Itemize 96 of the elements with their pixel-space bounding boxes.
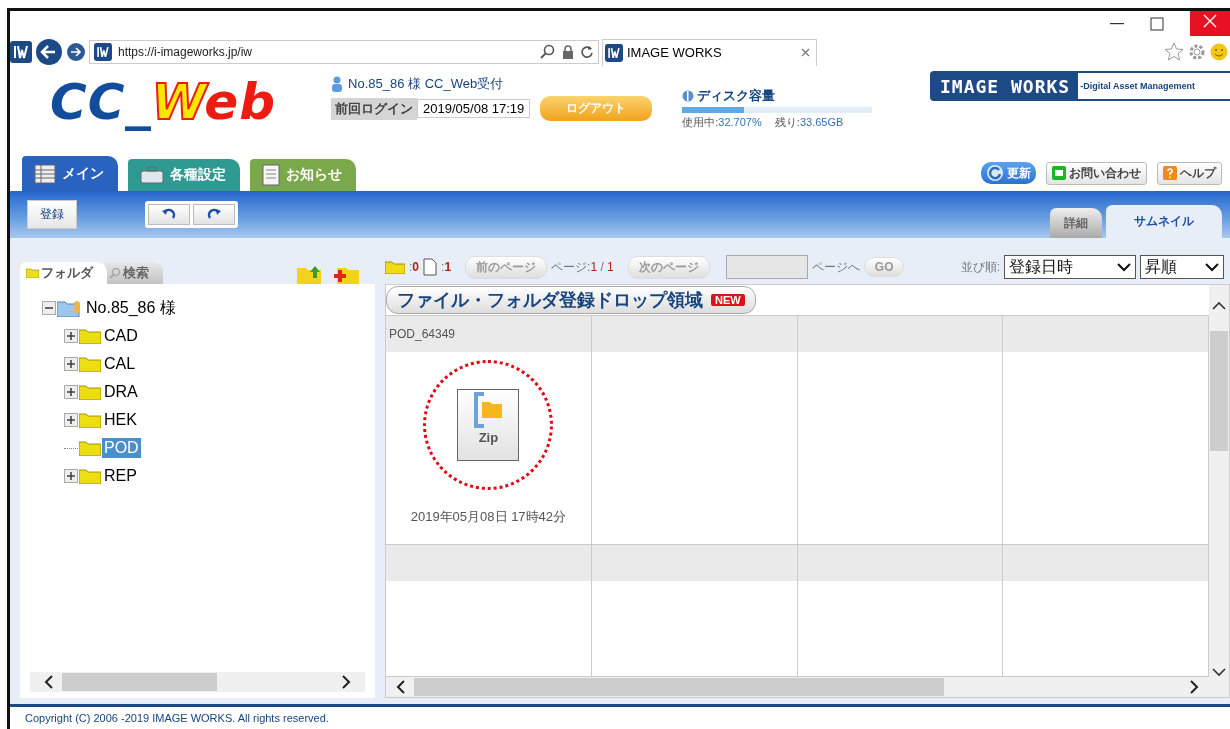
new-badge: NEW	[711, 294, 745, 306]
folder-icon	[79, 468, 101, 484]
folder-icon	[79, 384, 101, 400]
order-dropdown[interactable]: 昇順	[1140, 255, 1224, 279]
scroll-left-icon[interactable]	[44, 675, 54, 689]
used-label: 使用中:	[682, 116, 719, 128]
vertical-scrollbar[interactable]	[1209, 285, 1229, 697]
sort-dropdown[interactable]: 登録日時	[1004, 255, 1136, 279]
close-tab-icon[interactable]	[801, 48, 810, 57]
minimize-icon[interactable]	[1110, 23, 1124, 25]
lock-icon	[562, 45, 574, 59]
tree-item[interactable]: DRA	[102, 382, 140, 402]
tree-item[interactable]: HEK	[102, 410, 139, 430]
contact-button[interactable]: お問い合わせ	[1046, 161, 1147, 185]
file-icon	[423, 258, 438, 276]
redo-icon	[206, 207, 222, 219]
user-name: No.85_86 様 CC_Web受付	[348, 75, 504, 93]
toolbox-icon	[140, 166, 164, 184]
scroll-left-icon[interactable]	[396, 680, 406, 694]
scroll-down-icon[interactable]	[1212, 667, 1226, 677]
tree-item[interactable]: CAD	[102, 326, 140, 346]
search-icon	[109, 267, 121, 279]
back-icon[interactable]	[35, 38, 63, 66]
image-works-logo: IMAGE WORKS -Digital Asset Management	[930, 71, 1230, 101]
forward-icon[interactable]	[66, 42, 86, 62]
file-count: :1	[441, 260, 452, 274]
folder-icon	[79, 440, 101, 456]
search-icon[interactable]	[540, 44, 556, 60]
disk-title: ディスク容量	[697, 87, 776, 105]
scroll-right-icon[interactable]	[341, 675, 351, 689]
close-icon[interactable]	[1190, 11, 1230, 36]
copyright-text: Copyright (C) 2006 -2019 IMAGE WORKS. All rights reserved.	[25, 712, 329, 724]
scroll-up-icon[interactable]	[1212, 301, 1226, 311]
chevron-down-icon	[1117, 262, 1131, 272]
browser-tab[interactable]: IMAGE WORKS	[602, 38, 817, 66]
folder-icon	[79, 328, 101, 344]
maximize-icon[interactable]	[1150, 17, 1164, 31]
help-icon	[1163, 166, 1177, 180]
document-icon	[262, 164, 280, 186]
scroll-right-icon[interactable]	[1189, 680, 1199, 694]
collapse-toggle[interactable]	[42, 301, 56, 315]
register-button[interactable]: 登録	[27, 200, 77, 229]
disk-icon	[682, 90, 695, 102]
expand-toggle[interactable]	[64, 357, 78, 371]
site-favicon-icon	[94, 43, 112, 61]
page-indicator: ページ:1 / 1	[551, 258, 614, 276]
expand-toggle[interactable]	[64, 413, 78, 427]
last-login-value: 2019/05/08 17:19	[417, 99, 531, 118]
main-tab[interactable]: メイン	[22, 156, 118, 191]
expand-toggle[interactable]	[64, 385, 78, 399]
undo-button[interactable]	[148, 204, 190, 225]
folder-count: :0	[409, 260, 420, 274]
table-icon	[34, 163, 56, 184]
refresh-icon[interactable]	[580, 45, 594, 59]
tree-item[interactable]: No.85_86 様	[84, 296, 178, 320]
site-logo-icon	[10, 41, 32, 63]
star-icon[interactable]	[1164, 42, 1184, 62]
file-date: 2019年05月08日 17時42分	[410, 508, 567, 526]
zip-file-icon[interactable]: Zip	[457, 389, 520, 461]
undo-icon	[161, 207, 177, 219]
site-favicon-icon	[605, 43, 623, 62]
user-folder-icon	[57, 299, 83, 317]
horizontal-scrollbar[interactable]	[30, 672, 365, 692]
folder-icon	[79, 412, 101, 428]
folder-icon	[79, 356, 101, 372]
sort-label: 並び順:	[960, 258, 1000, 276]
refresh-icon	[986, 164, 1004, 182]
folder-up-icon[interactable]	[297, 264, 323, 284]
user-icon	[331, 76, 344, 92]
mail-icon	[1052, 166, 1066, 180]
sidebar-tab[interactable]: 検索	[103, 262, 163, 284]
sidebar-tab[interactable]: フォルダ	[20, 262, 107, 284]
smiley-icon[interactable]	[1210, 43, 1228, 61]
tree-item[interactable]: CAL	[102, 354, 138, 374]
folder-icon	[385, 260, 405, 274]
view-tab[interactable]: 詳細	[1050, 208, 1102, 238]
tree-item[interactable]: REP	[102, 466, 139, 486]
file-name: POD_64349	[389, 327, 456, 341]
redo-button[interactable]	[193, 204, 235, 225]
expand-toggle[interactable]	[64, 469, 78, 483]
expand-toggle[interactable]	[64, 329, 78, 343]
goto-page-label: ページへ	[811, 258, 860, 276]
page-number-field[interactable]	[725, 255, 808, 279]
horizontal-scrollbar[interactable]	[386, 676, 1209, 697]
cc-web-logo: CC_Web	[50, 73, 277, 131]
folder-icon	[26, 268, 39, 278]
address-field[interactable]: https://i-imageworks.jp/iw	[89, 40, 599, 64]
help-button[interactable]: ヘルプ	[1157, 161, 1222, 185]
view-tab[interactable]: サムネイル	[1106, 205, 1222, 238]
chevron-down-icon	[1205, 262, 1219, 272]
settings-icon[interactable]	[1187, 42, 1207, 62]
used-value: 32.707%	[718, 116, 762, 128]
remaining-label: 残り:	[774, 116, 800, 128]
refresh-button[interactable]: 更新	[981, 162, 1036, 184]
last-login-label: 前回ログイン	[331, 97, 418, 120]
drop-zone-label[interactable]: ファイル・フォルダ登録ドロップ領域 NEW	[386, 286, 756, 314]
